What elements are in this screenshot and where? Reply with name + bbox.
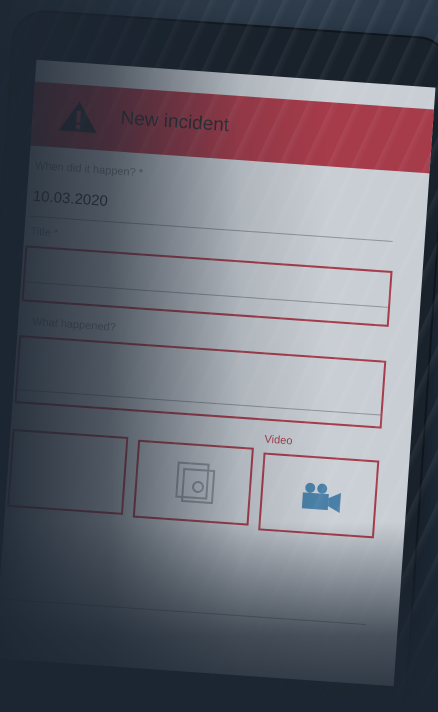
photo-tile[interactable]	[132, 439, 254, 526]
video-tile[interactable]	[258, 452, 380, 539]
background: New incident When did it happen? * 10.03…	[0, 0, 438, 712]
date-value[interactable]: 10.03.2020	[32, 188, 108, 210]
date-underline	[29, 215, 393, 242]
media-tile-1[interactable]	[7, 428, 129, 515]
incident-header: New incident	[30, 81, 434, 174]
warning-icon	[58, 101, 97, 134]
description-input[interactable]	[14, 335, 387, 429]
description-label: What happened?	[31, 316, 117, 334]
photo-icon	[175, 461, 216, 505]
date-label: When did it happen? *	[34, 159, 144, 180]
title-label: Title *	[30, 225, 59, 240]
tablet-device: New incident When did it happen? * 10.03…	[0, 8, 438, 712]
app-screen: New incident When did it happen? * 10.03…	[0, 59, 436, 687]
bottom-divider	[2, 598, 366, 626]
page-title: New incident	[119, 107, 230, 137]
video-label: Video	[264, 433, 293, 448]
video-camera-icon	[301, 482, 341, 513]
